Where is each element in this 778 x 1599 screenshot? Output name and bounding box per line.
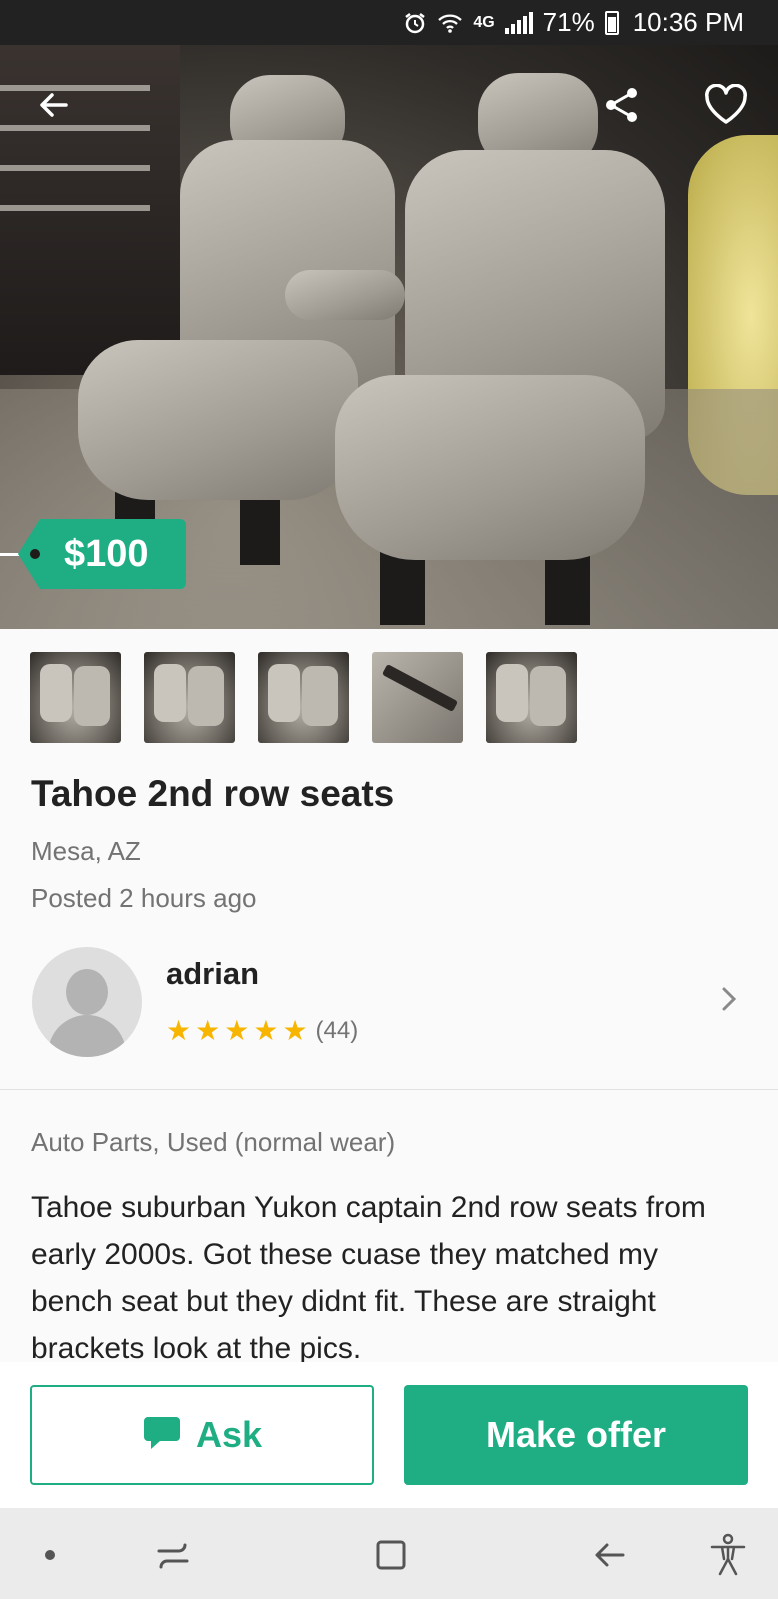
accessibility-icon[interactable]: [703, 1530, 753, 1580]
dot-icon[interactable]: [25, 1530, 75, 1580]
avatar: [32, 947, 142, 1057]
listing-title: Tahoe 2nd row seats: [31, 773, 395, 814]
photo-thumbnail[interactable]: [486, 652, 577, 743]
seller-name: adrian: [166, 956, 260, 991]
back-arrow-icon: [36, 87, 72, 128]
chevron-right-icon: [714, 984, 744, 1014]
wifi-icon: [437, 9, 463, 37]
price-label: $100: [64, 533, 149, 575]
photo-thumbnail[interactable]: [258, 652, 349, 743]
action-bar: Ask Make offer: [0, 1362, 778, 1508]
share-button[interactable]: [590, 75, 654, 139]
heart-icon: [703, 83, 749, 131]
status-bar: 4G 71% 10:36 PM: [0, 0, 778, 45]
photo-thumbnail[interactable]: [30, 652, 121, 743]
system-nav-bar: [0, 1508, 778, 1599]
seat-cushion: [335, 375, 645, 560]
star-icon: ★: [253, 1015, 279, 1046]
seat-armrest: [285, 270, 405, 320]
back-button[interactable]: [22, 75, 86, 139]
home-icon[interactable]: [366, 1530, 416, 1580]
ask-button[interactable]: Ask: [30, 1385, 374, 1485]
seller-profile-row[interactable]: adrian ★ ★ ★ ★ ★ (44): [0, 938, 778, 1068]
battery-icon: [604, 10, 619, 35]
price-tag: $100: [0, 519, 186, 589]
posted-time: Posted 2 hours ago: [31, 883, 257, 913]
make-offer-button[interactable]: Make offer: [404, 1385, 748, 1485]
signal-icon: [504, 11, 533, 34]
rating-count: (44): [315, 1017, 359, 1044]
star-icon: ★: [282, 1015, 308, 1046]
listing-photo[interactable]: $100: [0, 45, 778, 629]
seller-rating: ★ ★ ★ ★ ★ (44): [166, 1017, 358, 1045]
listing-category: Auto Parts, Used (normal wear): [31, 1127, 396, 1157]
favorite-button[interactable]: [692, 73, 760, 141]
chat-bubble-icon: [142, 1414, 182, 1457]
recent-apps-icon[interactable]: [148, 1530, 198, 1580]
back-icon[interactable]: [584, 1530, 634, 1580]
star-icon: ★: [195, 1015, 221, 1046]
divider: [0, 1089, 778, 1090]
battery-percent: 71%: [542, 7, 595, 37]
listing-location: Mesa, AZ: [31, 836, 141, 866]
photo-thumbnail[interactable]: [372, 652, 463, 743]
photo-thumbnail[interactable]: [144, 652, 235, 743]
star-icon: ★: [224, 1015, 250, 1046]
network-type: 4G: [473, 13, 495, 31]
photo-thumbnails: [30, 652, 577, 743]
star-icon: ★: [166, 1015, 192, 1046]
make-offer-label: Make offer: [485, 1414, 667, 1455]
seat-cushion: [78, 340, 358, 500]
ask-label: Ask: [195, 1414, 263, 1455]
alarm-icon: [403, 9, 427, 37]
listing-description: Tahoe suburban Yukon captain 2nd row sea…: [31, 1191, 706, 1364]
share-icon: [602, 85, 642, 130]
clock: 10:36 PM: [632, 7, 744, 37]
